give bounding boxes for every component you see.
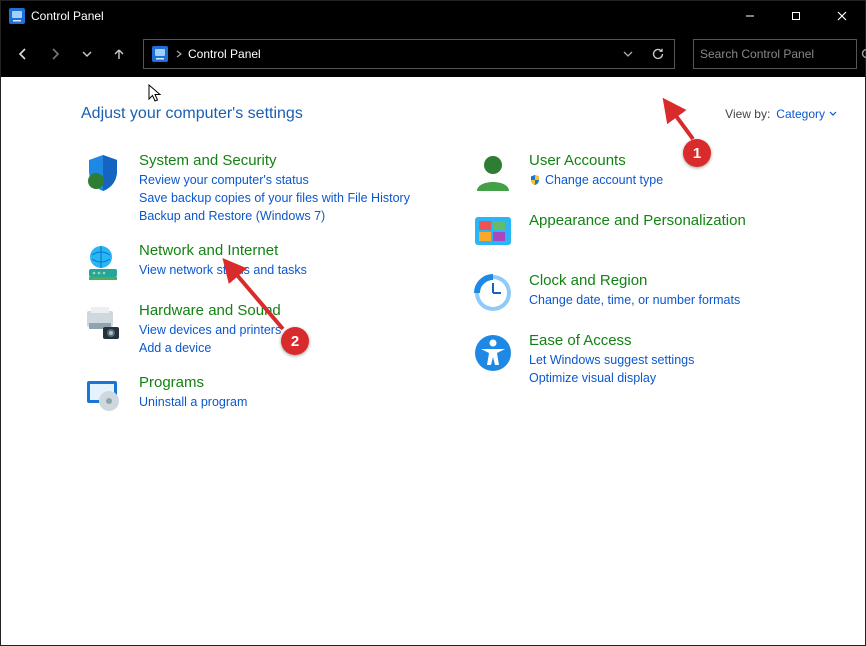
category-link[interactable]: Save backup copies of your files with Fi… (139, 189, 410, 207)
category-clock-region: Clock and Region Change date, time, or n… (471, 271, 821, 315)
category-title[interactable]: Ease of Access (529, 331, 694, 351)
category-link[interactable]: View network status and tasks (139, 261, 307, 279)
category-title[interactable]: Hardware and Sound (139, 301, 281, 321)
page-heading: Adjust your computer's settings (81, 105, 303, 123)
annotation-badge-2: 2 (281, 327, 309, 355)
accessibility-icon (471, 331, 515, 375)
minimize-button[interactable] (727, 1, 773, 31)
recent-locations-button[interactable] (73, 40, 101, 68)
refresh-button[interactable] (642, 39, 674, 69)
category-link[interactable]: Optimize visual display (529, 369, 694, 387)
maximize-button[interactable] (773, 1, 819, 31)
user-icon (471, 151, 515, 195)
window-title: Control Panel (31, 9, 104, 23)
view-by-control: View by: Category (725, 107, 837, 121)
breadcrumb-location[interactable]: Control Panel (188, 47, 261, 61)
category-link[interactable]: Backup and Restore (Windows 7) (139, 207, 410, 225)
category-title[interactable]: Programs (139, 373, 247, 393)
category-programs: Programs Uninstall a program (81, 373, 431, 417)
control-panel-icon (9, 8, 25, 24)
search-icon[interactable] (861, 40, 866, 68)
category-hardware-sound: Hardware and Sound View devices and prin… (81, 301, 431, 357)
category-link[interactable]: Let Windows suggest settings (529, 351, 694, 369)
category-title[interactable]: User Accounts (529, 151, 663, 171)
search-box[interactable] (693, 39, 857, 69)
category-column-right: User Accounts Change account type (471, 151, 821, 417)
address-bar[interactable]: Control Panel (143, 39, 675, 69)
category-user-accounts: User Accounts Change account type (471, 151, 821, 195)
category-column-left: System and Security Review your computer… (81, 151, 431, 417)
category-appearance-personalization: Appearance and Personalization (471, 211, 821, 255)
category-title[interactable]: Clock and Region (529, 271, 740, 291)
address-history-button[interactable] (616, 40, 640, 68)
category-network-internet: Network and Internet View network status… (81, 241, 431, 285)
category-ease-of-access: Ease of Access Let Windows suggest setti… (471, 331, 821, 387)
programs-icon (81, 373, 125, 417)
shield-icon (81, 151, 125, 195)
navigation-bar: Control Panel (1, 31, 865, 77)
category-title[interactable]: System and Security (139, 151, 410, 171)
category-system-security: System and Security Review your computer… (81, 151, 431, 225)
up-button[interactable] (105, 40, 133, 68)
view-by-label: View by: (725, 107, 770, 121)
clock-icon (471, 271, 515, 315)
annotation-badge-1: 1 (683, 139, 711, 167)
close-button[interactable] (819, 1, 865, 31)
search-input[interactable] (694, 47, 861, 61)
appearance-icon (471, 211, 515, 255)
view-by-value: Category (776, 107, 825, 121)
category-link[interactable]: Add a device (139, 339, 281, 357)
globe-network-icon (81, 241, 125, 285)
category-link[interactable]: Change date, time, or number formats (529, 291, 740, 309)
view-by-dropdown[interactable]: Category (776, 107, 837, 121)
title-bar: Control Panel (1, 1, 865, 31)
category-link[interactable]: Uninstall a program (139, 393, 247, 411)
control-panel-icon (150, 44, 170, 64)
category-title[interactable]: Appearance and Personalization (529, 211, 746, 231)
category-link[interactable]: Change account type (529, 171, 663, 189)
chevron-down-icon (829, 111, 837, 117)
window-frame: Control Panel (0, 0, 866, 646)
category-link[interactable]: View devices and printers (139, 321, 281, 339)
content-area: Adjust your computer's settings View by:… (1, 77, 865, 645)
category-link[interactable]: Review your computer's status (139, 171, 410, 189)
forward-button[interactable] (41, 40, 69, 68)
back-button[interactable] (9, 40, 37, 68)
breadcrumb-separator-icon (176, 50, 182, 58)
uac-shield-icon (529, 174, 541, 186)
printer-camera-icon (81, 301, 125, 345)
category-title[interactable]: Network and Internet (139, 241, 307, 261)
